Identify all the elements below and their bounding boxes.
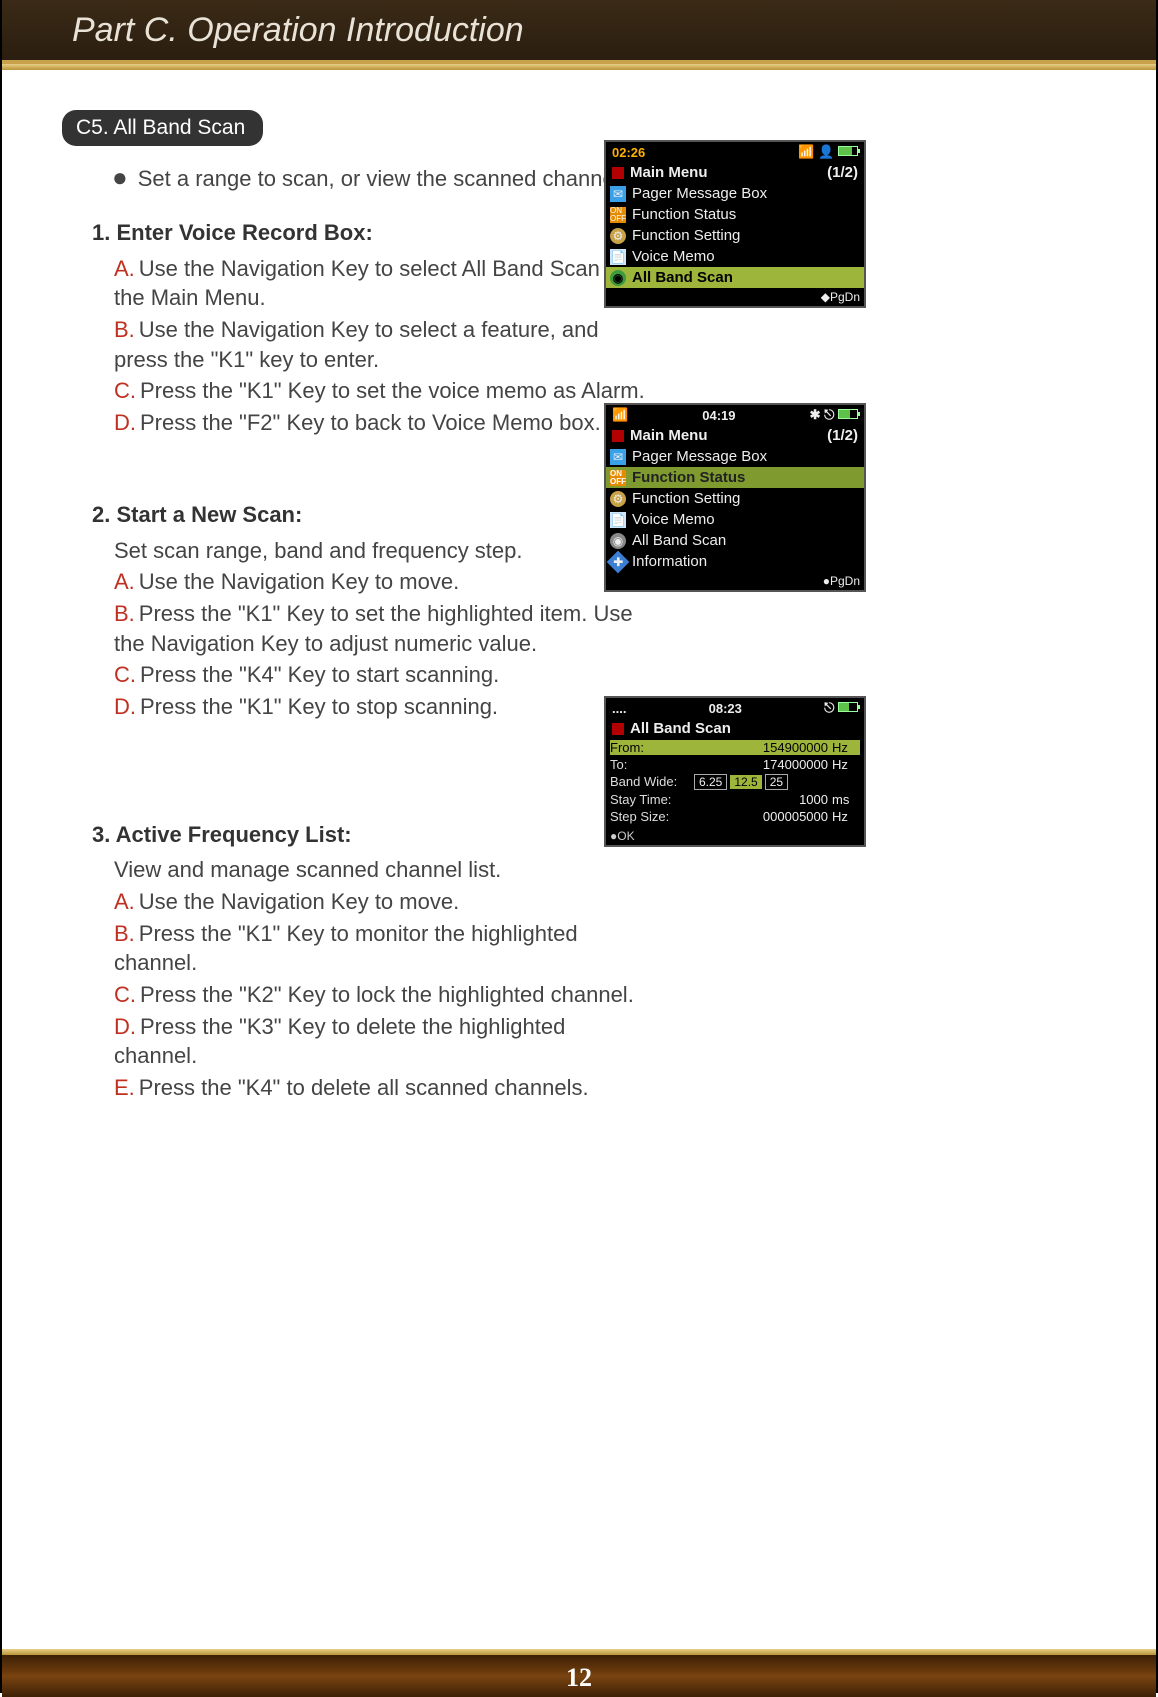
menu-item-voice-memo[interactable]: 📄Voice Memo bbox=[606, 509, 864, 530]
title-square-icon bbox=[612, 430, 624, 442]
status-time: 04:19 bbox=[702, 408, 735, 423]
pager-icon: ✉ bbox=[610, 186, 626, 202]
row-from[interactable]: From: 154900000 Hz bbox=[606, 739, 864, 756]
ok-hint: ●OK bbox=[606, 825, 864, 845]
status-time: 02:26 bbox=[612, 145, 645, 160]
row-step-size[interactable]: Step Size: 000005000 Hz bbox=[606, 808, 864, 825]
status-dots: .... bbox=[612, 701, 626, 716]
step-2-d: D.Press the "K1" Key to stop scanning. bbox=[114, 692, 652, 722]
step-3-e: E.Press the "K4" to delete all scanned c… bbox=[114, 1073, 652, 1103]
menu-item-func-status[interactable]: ONOFFFunction Status bbox=[606, 204, 864, 225]
row-stay-time[interactable]: Stay Time: 1000 ms bbox=[606, 791, 864, 808]
battery-icon bbox=[838, 146, 858, 156]
step-2-a: A.Use the Navigation Key to move. bbox=[114, 567, 652, 597]
menu-item-all-band-scan[interactable]: ◉All Band Scan bbox=[606, 267, 864, 288]
onoff-icon: ONOFF bbox=[610, 470, 626, 486]
menu-item-information[interactable]: ✖Information bbox=[606, 551, 864, 572]
pgdn-hint: ◆PgDn bbox=[606, 288, 864, 306]
step-3-b: B.Press the "K1" Key to monitor the high… bbox=[114, 919, 652, 978]
status-icons: ⎋ bbox=[824, 700, 858, 716]
step-3-desc: View and manage scanned channel list. bbox=[114, 855, 652, 885]
status-icons: ✱ ⎋ bbox=[810, 407, 858, 423]
bw-opt-1[interactable]: 12.5 bbox=[729, 774, 762, 790]
screenshot-main-menu-2: 📶 04:19 ✱ ⎋ Main Menu (1/2) ✉Pager Messa… bbox=[604, 403, 866, 592]
bullet-icon: ● bbox=[112, 164, 128, 194]
row-to[interactable]: To: 174000000 Hz bbox=[606, 756, 864, 773]
step-3-a: A.Use the Navigation Key to move. bbox=[114, 887, 652, 917]
menu-item-pager[interactable]: ✉Pager Message Box bbox=[606, 446, 864, 467]
status-bar: .... 08:23 ⎋ bbox=[606, 698, 864, 718]
status-time: 08:23 bbox=[709, 701, 742, 716]
gear-icon: ⚙ bbox=[610, 228, 626, 244]
page-content: C5. All Band Scan ● Set a range to scan,… bbox=[2, 70, 1156, 1103]
page-footer: 12 bbox=[2, 1649, 1156, 1693]
intro-text: Set a range to scan, or view the scanned… bbox=[138, 164, 659, 194]
title-square-icon bbox=[612, 723, 624, 735]
menu-item-voice-memo[interactable]: 📄Voice Memo bbox=[606, 246, 864, 267]
page-indicator: (1/2) bbox=[827, 427, 858, 444]
menu-item-all-band-scan[interactable]: ◉All Band Scan bbox=[606, 530, 864, 551]
pager-icon: ✉ bbox=[610, 449, 626, 465]
step-3-c: C.Press the "K2" Key to lock the highlig… bbox=[114, 980, 652, 1010]
menu-item-func-setting[interactable]: ⚙Function Setting bbox=[606, 488, 864, 509]
step-1-a: A.Use the Navigation Key to select All B… bbox=[114, 254, 652, 313]
step-1-b: B.Use the Navigation Key to select a fea… bbox=[114, 315, 652, 374]
section-tag: C5. All Band Scan bbox=[62, 110, 263, 146]
onoff-icon: ONOFF bbox=[610, 207, 626, 223]
memo-icon: 📄 bbox=[610, 249, 626, 265]
step-3-d: D.Press the "K3" Key to delete the highl… bbox=[114, 1012, 652, 1071]
battery-icon bbox=[838, 409, 858, 419]
step-2-b: B.Press the "K1" Key to set the highligh… bbox=[114, 599, 652, 658]
screen-title: All Band Scan bbox=[630, 720, 731, 737]
step-1-heading: 1. Enter Voice Record Box: bbox=[92, 218, 652, 248]
section-intro: ● Set a range to scan, or view the scann… bbox=[112, 164, 1066, 194]
step-1: 1. Enter Voice Record Box: A.Use the Nav… bbox=[92, 218, 652, 438]
info-icon: ✖ bbox=[607, 550, 630, 573]
screen-title: Main Menu bbox=[630, 164, 708, 181]
bw-opt-2[interactable]: 25 bbox=[765, 774, 788, 790]
memo-icon: 📄 bbox=[610, 512, 626, 528]
step-2: 2. Start a New Scan: Set scan range, ban… bbox=[92, 500, 652, 722]
menu-item-func-setting[interactable]: ⚙Function Setting bbox=[606, 225, 864, 246]
screenshot-main-menu-1: 02:26 📶 👤 Main Menu (1/2) ✉Pager Message… bbox=[604, 140, 866, 308]
status-icons: 📶 👤 bbox=[798, 144, 858, 160]
screen-title-bar: Main Menu (1/2) bbox=[606, 162, 864, 183]
status-bar: 📶 04:19 ✱ ⎋ bbox=[606, 405, 864, 425]
status-bar: 02:26 📶 👤 bbox=[606, 142, 864, 162]
step-3-heading: 3. Active Frequency List: bbox=[92, 820, 652, 850]
page-header: Part C. Operation Introduction bbox=[2, 0, 1156, 64]
status-signal: 📶 bbox=[612, 407, 628, 423]
scan-icon: ◉ bbox=[610, 270, 626, 286]
bw-opt-0[interactable]: 6.25 bbox=[694, 774, 727, 790]
step-1-d: D.Press the "F2" Key to back to Voice Me… bbox=[114, 408, 652, 438]
pgdn-hint: ●PgDn bbox=[606, 572, 864, 590]
screen-title-bar: Main Menu (1/2) bbox=[606, 425, 864, 446]
step-2-desc: Set scan range, band and frequency step. bbox=[114, 536, 652, 566]
step-1-c: C.Press the "K1" Key to set the voice me… bbox=[114, 376, 652, 406]
title-square-icon bbox=[612, 167, 624, 179]
scan-icon: ◉ bbox=[610, 533, 626, 549]
header-title: Part C. Operation Introduction bbox=[72, 11, 524, 50]
row-band-wide[interactable]: Band Wide: 6.25 12.5 25 bbox=[606, 773, 864, 791]
menu-item-func-status[interactable]: ONOFFFunction Status bbox=[606, 467, 864, 488]
screen-title: Main Menu bbox=[630, 427, 708, 444]
screenshot-all-band-scan: .... 08:23 ⎋ All Band Scan From: 1549000… bbox=[604, 696, 866, 847]
step-2-heading: 2. Start a New Scan: bbox=[92, 500, 652, 530]
menu-item-pager[interactable]: ✉Pager Message Box bbox=[606, 183, 864, 204]
page-indicator: (1/2) bbox=[827, 164, 858, 181]
step-3: 3. Active Frequency List: View and manag… bbox=[92, 820, 652, 1103]
page-number: 12 bbox=[2, 1663, 1156, 1693]
gear-icon: ⚙ bbox=[610, 491, 626, 507]
step-2-c: C.Press the "K4" Key to start scanning. bbox=[114, 660, 652, 690]
screen-title-bar: All Band Scan bbox=[606, 718, 864, 739]
battery-icon bbox=[838, 702, 858, 712]
